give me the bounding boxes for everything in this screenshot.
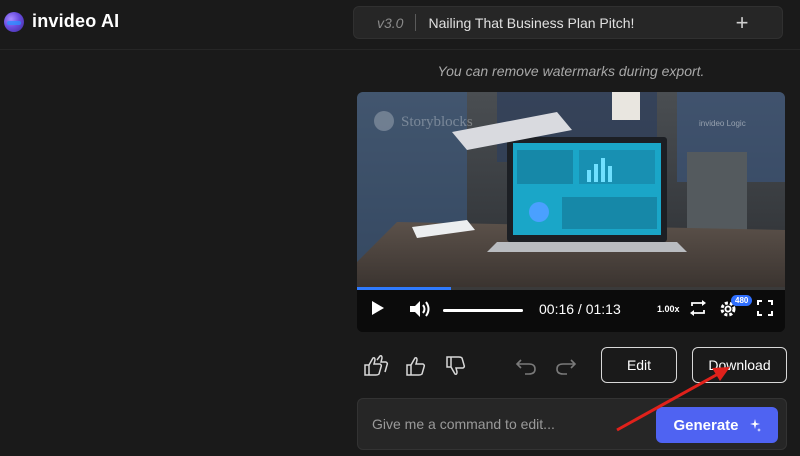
progress-bar[interactable] (357, 287, 785, 290)
loop-icon[interactable] (689, 300, 707, 321)
storyblocks-watermark: Storyblocks (401, 114, 473, 130)
sparkle-icon (749, 419, 761, 432)
player-controls: 00:16 / 01:13 1.00x 480 (357, 287, 785, 332)
time-display: 00:16 / 01:13 (539, 301, 621, 317)
command-box: Generate (357, 398, 787, 450)
project-title-bar[interactable]: v3.0 Nailing That Business Plan Pitch! + (353, 6, 783, 39)
app-name: invideo AI (32, 11, 120, 31)
command-input[interactable] (372, 411, 652, 437)
quality-badge: 480 (731, 295, 753, 306)
generate-button[interactable]: Generate (656, 407, 778, 443)
download-button[interactable]: Download (692, 347, 787, 383)
progress-fill (357, 287, 452, 290)
project-title: Nailing That Business Plan Pitch! (428, 14, 635, 31)
divider (415, 14, 417, 31)
play-icon[interactable] (371, 300, 385, 321)
fullscreen-icon[interactable] (757, 300, 773, 321)
new-project-button[interactable]: + (730, 11, 754, 35)
volume-fill (443, 309, 523, 312)
redo-icon[interactable] (552, 352, 580, 380)
version-label: v3.0 (377, 14, 404, 31)
volume-slider[interactable] (443, 309, 523, 312)
invideo-logo-icon (4, 11, 24, 32)
invideo-watermark: invideo Logic (699, 119, 746, 128)
volume-icon[interactable] (409, 300, 431, 323)
thumbs-down-icon[interactable] (442, 352, 470, 380)
watermark-notice: You can remove watermarks during export. (437, 63, 705, 79)
top-bar: invideo AI v3.0 Nailing That Business Pl… (0, 0, 800, 50)
generate-label: Generate (673, 416, 739, 434)
video-player[interactable]: Storyblocks invideo Logic 00:16 / 01:13 … (357, 92, 785, 332)
edit-button[interactable]: Edit (601, 347, 677, 383)
thumbs-up-icon[interactable] (402, 352, 430, 380)
app-logo[interactable]: invideo AI (4, 11, 119, 32)
playback-speed[interactable]: 1.00x (657, 304, 680, 314)
double-thumbs-up-icon[interactable] (362, 352, 390, 380)
video-frame: Storyblocks invideo Logic (357, 92, 785, 287)
undo-icon[interactable] (512, 352, 540, 380)
